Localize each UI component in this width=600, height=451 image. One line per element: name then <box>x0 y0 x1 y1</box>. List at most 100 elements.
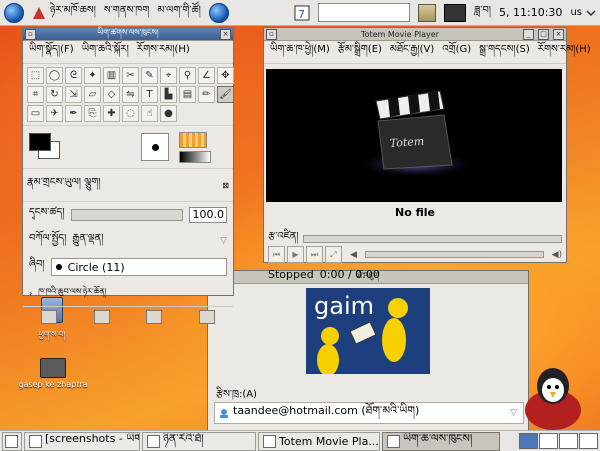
paths-icon[interactable]: ✎ <box>141 67 158 84</box>
dodge-burn-icon[interactable]: ● <box>160 105 177 122</box>
menu-xtns[interactable]: ཡིག་ཆའི་སྐོར། <box>82 38 129 66</box>
shear-icon[interactable]: ▱ <box>84 86 101 103</box>
penguin-mascot-icon <box>525 368 581 430</box>
browser-launcher[interactable] <box>205 0 233 25</box>
search-input[interactable] <box>318 3 411 22</box>
next-button[interactable]: ⏭ <box>306 246 323 263</box>
close-button[interactable]: × <box>220 28 231 40</box>
menu-help[interactable]: རོགས་རམ།(H) <box>137 38 190 66</box>
paintbrush-icon[interactable]: 🖌 <box>217 86 234 103</box>
eraser-icon[interactable]: ▭ <box>27 105 44 122</box>
dictionary-icon: 7 <box>294 5 310 21</box>
gradient-preview[interactable] <box>179 150 211 163</box>
gimp-icon <box>387 434 400 448</box>
measure-icon[interactable]: ∠ <box>198 67 215 84</box>
applications-menu[interactable] <box>0 0 28 25</box>
airbrush-icon[interactable]: ✈ <box>46 105 63 122</box>
menu-view[interactable]: མཐོང་རྒྱ།(V) <box>390 38 434 66</box>
menu-sound[interactable]: སྒྲ་གདངས།(S) <box>479 38 530 66</box>
bucket-fill-icon[interactable]: ▙ <box>160 86 177 103</box>
text-icon[interactable]: T <box>141 86 158 103</box>
crop-icon[interactable]: ⌗ <box>27 86 44 103</box>
taskbar-item[interactable]: Totem Movie Pla... <box>258 431 380 451</box>
restore-options-button[interactable] <box>93 310 110 324</box>
fullscreen-button[interactable]: ⤢ <box>325 246 342 263</box>
date-label[interactable]: ཟླ་བ། <box>470 0 495 25</box>
perspective-icon[interactable]: ◇ <box>103 86 120 103</box>
menu-file[interactable]: ཡིག་སྣོད།(F) <box>29 38 74 66</box>
taskbar-item[interactable]: [screenshots - ཡིག <box>24 431 140 451</box>
opacity-slider[interactable] <box>70 209 183 221</box>
reset-options-button[interactable] <box>198 310 215 324</box>
workspace-2[interactable] <box>539 433 558 449</box>
notes-applet[interactable] <box>414 0 440 25</box>
pencil-icon[interactable]: ✏ <box>198 86 215 103</box>
flip-icon[interactable]: ⇋ <box>122 86 139 103</box>
fuzzy-select-icon[interactable]: ✦ <box>84 67 101 84</box>
volume-slider[interactable] <box>364 251 544 258</box>
taskbar-item[interactable]: ཉིན་རེའི་ཐོ། <box>142 431 256 451</box>
clone-icon[interactable]: ⎘ <box>84 105 101 122</box>
dropdown-arrow-icon: ▽ <box>510 408 517 418</box>
mode-select[interactable]: རྒྱུན་ལྡན། <box>72 227 103 255</box>
menu-movie[interactable]: ཡིག་ཆ་ཁ་ཕྱེ།(M) <box>270 38 330 66</box>
foreground-color-swatch[interactable] <box>29 133 51 151</box>
scale-icon[interactable]: ⇲ <box>65 86 82 103</box>
seek-slider[interactable] <box>302 235 562 243</box>
dictionary-launcher[interactable]: 7 <box>290 0 314 25</box>
rect-select-icon[interactable]: ⬚ <box>27 67 44 84</box>
gaim-logo-art: gaim <box>314 292 408 374</box>
video-area[interactable]: Totem <box>266 69 562 202</box>
system-menu[interactable]: མ་ལག་གི་ཚོ། <box>153 0 205 25</box>
taskbar-item-active[interactable]: ཡིག་ཆ་ལས་ཁུངས། <box>382 431 500 451</box>
move-icon[interactable]: ✥ <box>217 67 234 84</box>
menu-edit[interactable]: རྩོམ་སྒྲིག(E) <box>338 38 382 66</box>
app-menu-icon <box>33 6 45 19</box>
brush-select[interactable]: Circle (11) <box>50 258 227 276</box>
blur-icon[interactable]: ◌ <box>122 105 139 122</box>
workspace-4[interactable] <box>579 433 598 449</box>
msn-buddy-icon <box>220 409 228 418</box>
fade-options-row[interactable]: › ཁ་ཁའི་ཆུབ་ལས་ཉེར་ཆོན། <box>23 280 233 306</box>
dock-close-icon[interactable]: ⊠ <box>222 181 229 190</box>
heal-icon[interactable]: ✚ <box>103 105 120 122</box>
opacity-spinbutton[interactable]: 100.0 <box>189 207 227 223</box>
pattern-preview[interactable] <box>179 131 207 148</box>
smudge-icon[interactable]: ☝ <box>141 105 158 122</box>
volume-high-icon: ◀) <box>551 249 562 260</box>
desktop-folder[interactable]: gasep ke zhaptra <box>18 358 88 389</box>
workspace-1[interactable] <box>519 433 538 449</box>
keyboard-layout-indicator[interactable]: us <box>566 0 600 25</box>
ink-icon[interactable]: ✒ <box>65 105 82 122</box>
menu-help[interactable]: རོགས་རམ།(H) <box>538 38 591 66</box>
save-options-button[interactable] <box>41 310 58 324</box>
clapperboard-text: Totem <box>389 135 424 150</box>
previous-button[interactable]: ⏮ <box>268 246 285 263</box>
workspace-3[interactable] <box>559 433 578 449</box>
clock[interactable]: 5, 11:10:30 <box>495 0 566 25</box>
zoom-icon[interactable]: ⚲ <box>179 67 196 84</box>
show-desktop-button[interactable] <box>2 431 22 451</box>
lasso-icon[interactable]: ᘓ <box>65 67 82 84</box>
rotate-icon[interactable]: ↻ <box>46 86 63 103</box>
places-menu[interactable]: ས་གནས་ཁག <box>100 0 153 25</box>
account-select[interactable]: taandee@hotmail.com (ཐོག་མའི་ཡིག) ▽ <box>214 402 524 424</box>
color-area <box>23 125 233 169</box>
color-select-icon[interactable]: ▥ <box>103 67 120 84</box>
mode-row: བཀོལ་སྤྱོད། རྒྱུན་ལྡན། ▽ <box>23 228 233 254</box>
menu-go[interactable]: འགྲོ(G) <box>442 38 471 66</box>
ellipse-select-icon[interactable]: ◯ <box>46 67 63 84</box>
play-button[interactable]: ▶ <box>287 246 304 263</box>
monitor-applet[interactable] <box>440 0 470 25</box>
delete-options-button[interactable] <box>146 310 163 324</box>
brush-row: ཞིབ། Circle (11) <box>23 254 233 280</box>
calendar-icon <box>147 434 160 448</box>
color-picker-icon[interactable]: ⌖ <box>160 67 177 84</box>
applications-menu-label[interactable]: ཉེར་མཁོ་ཆས། <box>28 0 100 25</box>
pattern-gradient-previews <box>179 131 211 163</box>
panel-search[interactable] <box>314 0 414 25</box>
blend-icon[interactable]: ▤ <box>179 86 196 103</box>
fg-bg-colors[interactable] <box>29 133 61 161</box>
scissors-icon[interactable]: ✂ <box>122 67 139 84</box>
brush-preview[interactable] <box>141 133 169 161</box>
